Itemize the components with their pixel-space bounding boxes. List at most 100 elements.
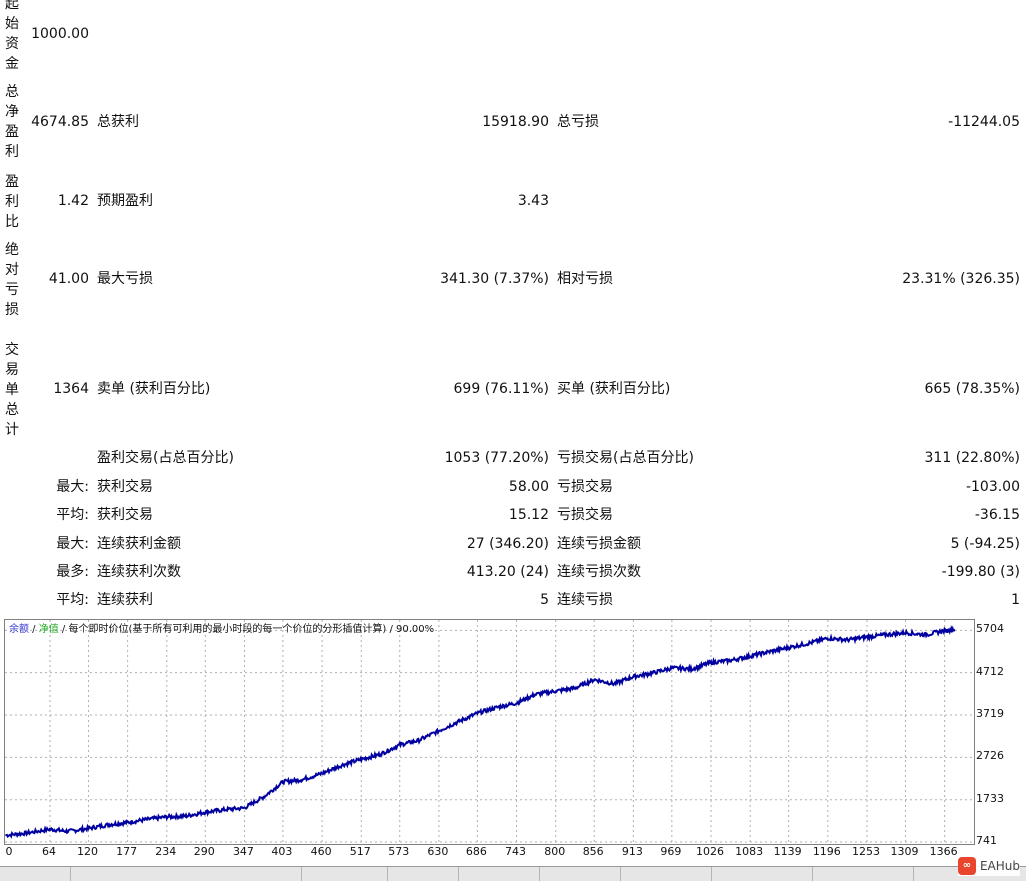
label-profit-factor: 盈利比: [5, 174, 19, 230]
balance-data-point: [438, 729, 440, 732]
avg-consec-prefix: 平均:: [56, 592, 89, 608]
largest-prefix: 最大:: [56, 479, 89, 495]
profit-trades-value: 1053 (77.20%): [444, 450, 549, 466]
profit-factor-value: 1.42: [57, 193, 89, 209]
balance-data-point: [866, 636, 868, 638]
y-tick-label: 3719: [976, 707, 1004, 720]
label-absolute-drawdown: 绝对亏损: [5, 242, 19, 318]
balance-data-point: [341, 764, 344, 766]
short-positions-label: 卖单 (获利百分比): [97, 381, 211, 397]
gross-profit-label: 总获利: [97, 114, 139, 130]
balance-data-point: [379, 753, 382, 755]
balance-data-point: [146, 818, 148, 821]
max-consec-wins-value: 27 (346.20): [466, 536, 549, 552]
x-tick-label: 743: [505, 845, 527, 858]
x-tick-label: 347: [232, 845, 254, 858]
header-col: [388, 867, 459, 881]
relative-drawdown-value: 23.31% (326.35): [902, 271, 1020, 287]
total-trades-value: 1364: [53, 381, 89, 397]
balance-data-point: [185, 815, 187, 817]
balance-data-point: [827, 637, 829, 640]
balance-data-point: [457, 720, 459, 723]
balance-data-point: [846, 639, 849, 641]
balance-data-point: [924, 633, 927, 636]
label-total-net-profit: 总净盈利: [5, 84, 19, 160]
loss-trades-value: 311 (22.80%): [924, 450, 1020, 466]
avg-consec-losses-value: 1: [1011, 592, 1020, 608]
x-tick-label: 573: [388, 845, 410, 858]
gross-loss-value: -11244.05: [948, 114, 1020, 130]
balance-data-point: [554, 690, 557, 692]
y-tick-label: 1733: [976, 791, 1004, 805]
x-tick-label: 1026: [696, 845, 724, 858]
x-tick-label: 630: [427, 845, 449, 858]
y-tick-label: 5704: [976, 622, 1004, 636]
loss-trades-label: 亏损交易(占总百分比): [557, 450, 694, 466]
header-col: [712, 867, 813, 881]
header-col: [302, 867, 388, 881]
balance-data-point: [25, 832, 28, 834]
balance-data-point: [321, 772, 323, 775]
largest-profit-value: 58.00: [508, 479, 549, 495]
balance-data-point: [749, 655, 751, 657]
x-tick-label: 64: [41, 845, 56, 858]
balance-data-point: [651, 672, 653, 674]
y-tick-label: 2726: [976, 749, 1004, 763]
header-col: [813, 867, 914, 881]
balance-data-point: [904, 631, 907, 634]
max-drawdown-label: 最大亏损: [97, 271, 153, 287]
balance-data-point: [476, 712, 479, 715]
max-consec-prefix: 最大:: [56, 536, 89, 552]
x-tick-label: 856: [582, 845, 604, 858]
balance-data-point: [730, 659, 732, 662]
long-positions-value: 665 (78.35%): [924, 381, 1020, 397]
legend-separator: /: [29, 624, 39, 635]
label-initial-deposit: 起始资金: [5, 0, 19, 72]
header-col: [71, 867, 302, 881]
balance-data-point: [49, 828, 51, 831]
avg-consec-losses-label: 连续亏损: [557, 592, 613, 608]
x-tick-label: 1196: [812, 845, 841, 858]
balance-data-point: [398, 744, 401, 746]
largest-loss-value: -103.00: [965, 479, 1020, 495]
average-loss-value: -36.15: [974, 507, 1020, 523]
y-tick-label: 4712: [976, 664, 1004, 678]
results-table-header: [0, 866, 1026, 881]
balance-data-point: [360, 758, 363, 761]
eahub-text: EAHub: [979, 859, 1020, 873]
balance-data-point: [943, 629, 946, 632]
max-consec-losses-label: 连续亏损金额: [557, 536, 641, 552]
balance-data-point: [282, 781, 284, 783]
gross-loss-label: 总亏损: [557, 114, 599, 130]
header-col: [540, 867, 621, 881]
y-tick-label: 741: [976, 834, 997, 847]
max-consec-wins-label: 连续获利金额: [97, 536, 181, 552]
maximal-consec-loss-value: -199.80 (3): [941, 564, 1020, 580]
balance-data-point: [87, 827, 90, 830]
x-tick-label: 234: [155, 845, 177, 858]
x-tick-label: 913: [621, 845, 643, 858]
header-col: [459, 867, 540, 881]
x-tick-label: 800: [544, 845, 566, 858]
x-tick-label: 1139: [773, 845, 802, 858]
balance-data-point: [515, 702, 518, 704]
header-col: [621, 867, 712, 881]
average-profit-value: 15.12: [508, 507, 549, 523]
balance-data-point: [165, 816, 168, 818]
x-tick-label: 1253: [851, 845, 880, 858]
chart-legend: 余额 / 净值 / 每个即时价位(基于所有可利用的最小时段的每一个价位的分形插值…: [9, 623, 434, 637]
balance-data-point: [126, 821, 129, 824]
maximal-consec-profit-label: 连续获利次数: [97, 564, 181, 580]
avg-consec-wins-label: 连续获利: [97, 592, 153, 608]
balance-data-point: [243, 807, 246, 809]
average-prefix: 平均:: [56, 507, 89, 523]
legend-equity: 净值: [38, 624, 59, 635]
absolute-drawdown-value: 41.00: [48, 271, 89, 287]
x-tick-label: 177: [116, 845, 138, 858]
maximal-prefix: 最多:: [56, 564, 89, 580]
header-col: [0, 867, 71, 881]
balance-data-point: [300, 778, 303, 781]
avg-consec-wins-value: 5: [540, 592, 549, 608]
equity-chart-svg: [5, 620, 974, 844]
balance-data-point: [262, 796, 265, 798]
